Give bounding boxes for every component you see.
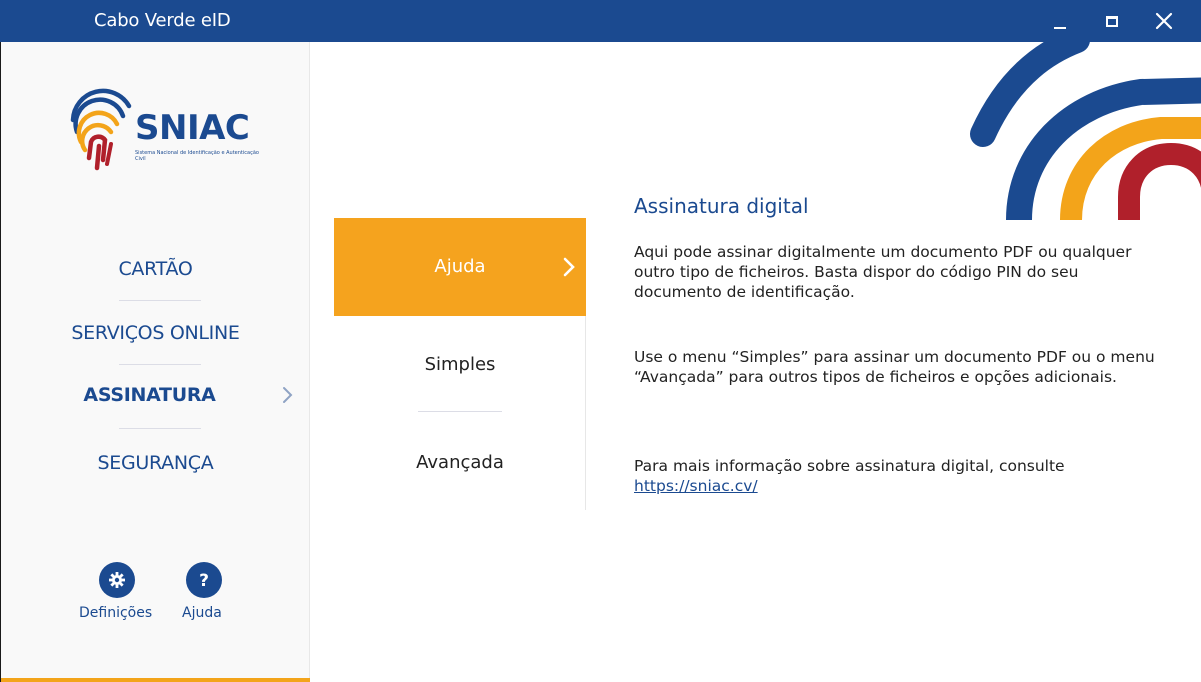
content-paragraph-3: Para mais informação sobre assinatura di… [634,456,1170,496]
sidebar-item-cartao[interactable]: CARTÃO [1,258,310,280]
chevron-right-icon [283,387,293,403]
help-label[interactable]: Ajuda [182,605,222,621]
maximize-icon [1106,15,1118,27]
logo-brand: SNIAC [135,108,250,148]
settings-label[interactable]: Definições [79,605,152,621]
content-paragraph-1: Aqui pode assinar digitalmente um docume… [634,243,1132,301]
fingerprint-icon [70,88,132,171]
maximize-button[interactable] [1092,4,1132,38]
minimize-icon [1054,27,1066,29]
window-title: Cabo Verde eID [94,10,231,31]
title-bar: Cabo Verde eID [0,0,1201,42]
nav-divider [119,300,201,301]
content-paragraph-2: Use o menu “Simples” para assinar um doc… [634,348,1155,386]
help-button[interactable]: ? [186,562,222,598]
sidebar-bottom-accent [1,678,310,682]
content-heading: Assinatura digital [634,194,809,218]
settings-button[interactable] [99,562,135,598]
question-icon: ? [199,571,209,590]
sniac-link[interactable]: https://sniac.cv/ [634,477,758,495]
decorative-arcs [970,42,1201,220]
svg-text:?: ? [199,571,209,590]
submenu-divider [418,411,502,412]
submenu-item-label: Ajuda [434,256,486,277]
sidebar: SNIAC Sistema Nacional de Identificação … [0,42,310,682]
submenu-item-avancada[interactable]: Avançada [334,452,586,473]
chevron-right-icon [563,257,575,277]
sidebar-item-assinatura[interactable]: ASSINATURA [0,384,304,406]
logo-subtitle: Sistema Nacional de Identificação e Aute… [135,150,259,162]
sidebar-item-servicos-online[interactable]: SERVIÇOS ONLINE [1,322,310,344]
content-paragraph-3-text: Para mais informação sobre assinatura di… [634,457,1065,475]
sidebar-item-seguranca[interactable]: SEGURANÇA [1,452,310,474]
close-button[interactable] [1144,4,1184,38]
submenu-item-simples[interactable]: Simples [334,354,586,375]
close-icon [1155,12,1173,30]
app-window: Cabo Verde eID SNIAC Sistema Nacional de… [0,0,1201,682]
submenu-item-ajuda[interactable]: Ajuda [334,218,586,316]
gear-icon [109,572,125,588]
sniac-logo: SNIAC Sistema Nacional de Identificação … [67,80,267,175]
nav-divider [119,428,201,429]
submenu: Ajuda Simples Avançada [334,218,586,510]
nav-divider [119,364,201,365]
minimize-button[interactable] [1040,4,1080,38]
